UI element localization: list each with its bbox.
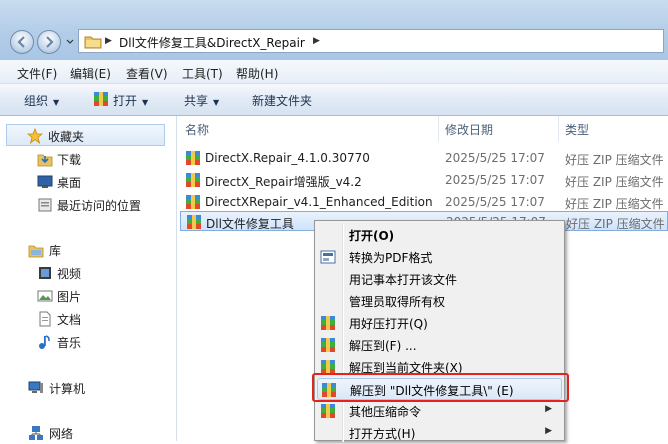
nav-music[interactable]: 音乐 — [0, 331, 170, 353]
menu-file[interactable]: 文件(F) — [17, 65, 57, 82]
breadcrumb-separator-icon[interactable]: ▶ — [313, 36, 320, 46]
desktop-icon — [37, 175, 53, 188]
back-arrow-icon — [17, 36, 25, 48]
column-divider[interactable] — [438, 116, 439, 142]
nav-computer[interactable]: 计算机 — [0, 377, 170, 399]
folder-icon — [84, 36, 102, 49]
command-toolbar: 组织 ▼ 打开 ▼ 共享 ▼ 新建文件夹 — [0, 84, 668, 116]
history-dropdown-icon[interactable] — [65, 37, 75, 47]
new-folder-button[interactable]: 新建文件夹 — [252, 92, 312, 109]
back-button[interactable] — [10, 30, 34, 54]
address-bar[interactable]: ▶ Dll文件修复工具&DirectX_Repair ▶ — [78, 29, 664, 53]
dropdown-caret-icon: ▼ — [142, 98, 149, 107]
menu-item-take-ownership[interactable]: 管理员取得所有权 — [317, 290, 562, 312]
library-icon — [28, 245, 44, 258]
dropdown-caret-icon: ▼ — [213, 98, 220, 107]
zip-archive-icon — [187, 215, 201, 229]
menu-item-open-notepad[interactable]: 用记事本打开该文件 — [317, 268, 562, 290]
open-button[interactable]: 打开 ▼ — [113, 92, 148, 109]
zip-archive-icon — [186, 173, 200, 187]
document-icon — [39, 311, 51, 327]
nav-recent[interactable]: 最近访问的位置 — [0, 194, 170, 216]
column-header-date[interactable]: 修改日期 — [445, 121, 493, 138]
nav-videos[interactable]: 视频 — [0, 262, 170, 284]
window-titlebar: ▶ Dll文件修复工具&DirectX_Repair ▶ — [0, 0, 668, 60]
menu-item-convert-pdf[interactable]: 转换为PDF格式 — [317, 246, 562, 268]
menu-tools[interactable]: 工具(T) — [182, 65, 223, 82]
table-row[interactable]: DirectX_Repair增强版_v4.2 2025/5/25 17:07 好… — [180, 170, 668, 190]
forward-arrow-icon — [46, 36, 54, 48]
star-icon — [27, 128, 43, 144]
download-folder-icon — [37, 154, 53, 167]
breadcrumb-separator-icon[interactable]: ▶ — [105, 36, 112, 46]
navigation-pane: 收藏夹 下载 桌面 最近访问的位置 库 视频 图片 文档 音乐 计算机 网络 — [0, 116, 177, 441]
network-icon — [29, 426, 43, 440]
zip-archive-icon — [321, 338, 335, 352]
column-divider[interactable] — [558, 116, 559, 142]
address-path[interactable]: Dll文件修复工具&DirectX_Repair — [119, 34, 305, 51]
archive-icon — [94, 92, 108, 106]
nav-pictures[interactable]: 图片 — [0, 285, 170, 307]
share-button[interactable]: 共享 ▼ — [184, 92, 219, 109]
forward-button[interactable] — [37, 30, 61, 54]
column-header-type[interactable]: 类型 — [565, 121, 589, 138]
zip-archive-icon — [186, 195, 200, 209]
menu-item-open[interactable]: 打开(O) — [317, 224, 562, 246]
music-note-icon — [39, 335, 50, 349]
menu-item-extract-to[interactable]: 解压到(F) ... — [317, 334, 562, 356]
nav-desktop[interactable]: 桌面 — [0, 171, 170, 193]
menu-help[interactable]: 帮助(H) — [236, 65, 278, 82]
nav-favorites[interactable]: 收藏夹 — [6, 124, 165, 146]
zip-archive-icon — [186, 151, 200, 165]
organize-button[interactable]: 组织 ▼ — [24, 92, 59, 109]
context-menu: 打开(O) 转换为PDF格式 用记事本打开该文件 管理员取得所有权 用好压打开(… — [314, 220, 565, 442]
menu-view[interactable]: 查看(V) — [126, 65, 168, 82]
zip-archive-icon — [321, 316, 335, 330]
zip-archive-icon — [321, 404, 335, 418]
dropdown-caret-icon: ▼ — [53, 98, 60, 107]
picture-icon — [37, 290, 53, 302]
video-icon — [39, 267, 51, 279]
recent-places-icon — [38, 198, 52, 212]
column-header-name[interactable]: 名称 — [185, 121, 209, 138]
menu-item-other-compress[interactable]: 其他压缩命令 ▶ — [317, 400, 562, 422]
submenu-arrow-icon: ▶ — [545, 426, 552, 436]
submenu-arrow-icon: ▶ — [545, 404, 552, 414]
menu-bar: 文件(F) 编辑(E) 查看(V) 工具(T) 帮助(H) — [0, 60, 668, 84]
menu-edit[interactable]: 编辑(E) — [70, 65, 111, 82]
menu-item-haozip-open[interactable]: 用好压打开(Q) — [317, 312, 562, 334]
pdf-convert-icon — [320, 250, 336, 264]
nav-documents[interactable]: 文档 — [0, 308, 170, 330]
nav-downloads[interactable]: 下载 — [0, 148, 170, 170]
table-row[interactable]: DirectXRepair_v4.1_Enhanced_Edition 2025… — [180, 192, 668, 212]
computer-icon — [28, 381, 43, 393]
table-row[interactable]: DirectX.Repair_4.1.0.30770 2025/5/25 17:… — [180, 148, 668, 168]
nav-library[interactable]: 库 — [0, 239, 170, 261]
highlight-annotation-box — [312, 373, 569, 402]
